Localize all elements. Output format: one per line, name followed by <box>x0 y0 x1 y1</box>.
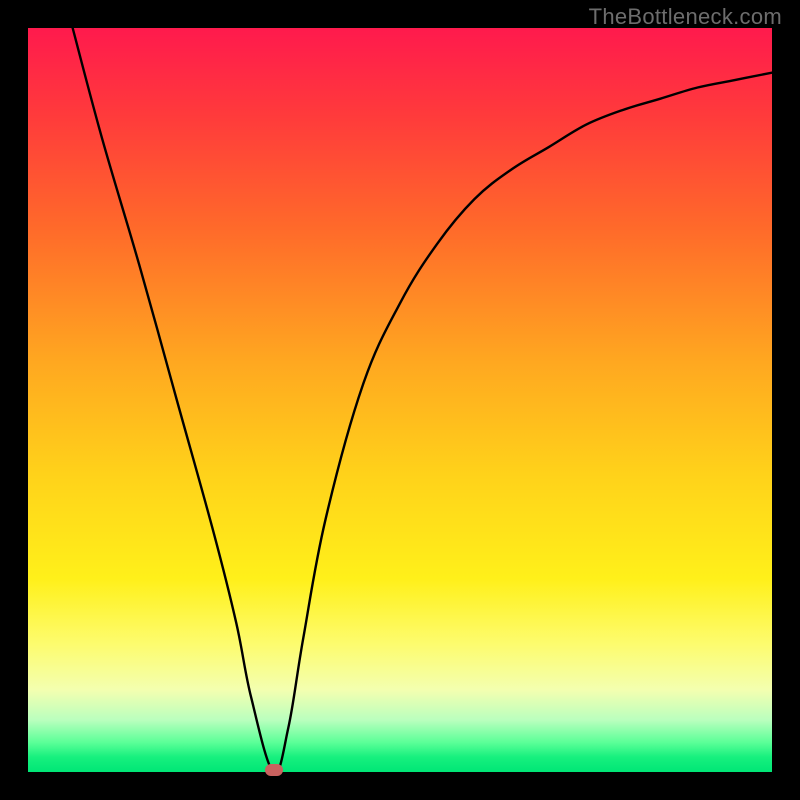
chart-frame: TheBottleneck.com <box>0 0 800 800</box>
watermark-label: TheBottleneck.com <box>589 4 782 30</box>
plot-area <box>28 28 772 772</box>
curve-path <box>73 28 772 772</box>
bottleneck-curve <box>28 28 772 772</box>
optimum-marker <box>265 764 283 776</box>
